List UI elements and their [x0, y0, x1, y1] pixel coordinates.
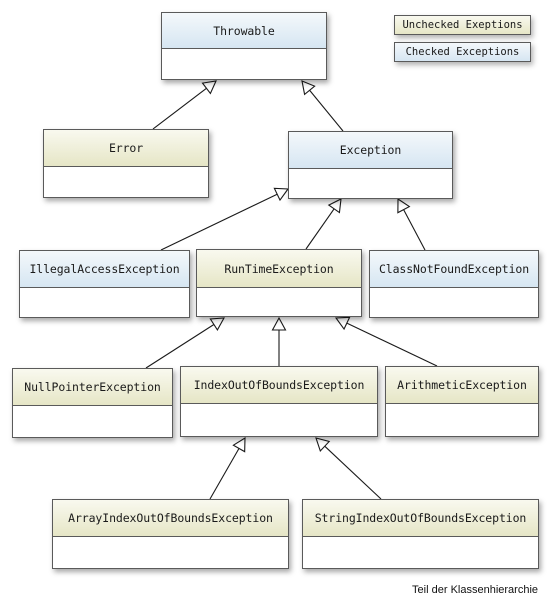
class-name: StringIndexOutOfBoundsException	[303, 500, 538, 537]
class-name: ArrayIndexOutOfBoundsException	[53, 500, 288, 537]
class-box-string-index-out-of-bounds-exception[interactable]: StringIndexOutOfBoundsException	[302, 499, 539, 569]
class-name: RunTimeException	[197, 250, 361, 288]
class-body	[44, 166, 208, 197]
class-body	[20, 287, 189, 317]
class-body	[370, 287, 538, 317]
inheritance-edge-runtime-to-exception	[305, 198, 342, 250]
class-box-class-not-found-exception[interactable]: ClassNotFoundException	[369, 250, 539, 318]
hollow-arrowhead-icon	[201, 80, 217, 95]
inheritance-edge-string_index-to-index_out_of_bounds	[315, 437, 382, 500]
class-body	[13, 405, 172, 437]
class-body	[181, 403, 377, 436]
class-box-arithmetic-exception[interactable]: ArithmeticException	[385, 366, 539, 437]
inheritance-edge-array_index-to-index_out_of_bounds	[209, 436, 246, 500]
class-body	[386, 403, 538, 436]
hollow-arrowhead-icon	[271, 316, 287, 331]
class-box-null-pointer-exception[interactable]: NullPointerException	[12, 368, 173, 438]
diagram-caption: Teil der Klassenhierarchie	[412, 584, 538, 596]
edge-line	[209, 448, 240, 500]
inheritance-edge-error-to-throwable	[152, 80, 217, 130]
class-name: Exception	[289, 132, 452, 169]
hollow-arrowhead-icon	[232, 436, 246, 453]
class-box-index-out-of-bounds-exception[interactable]: IndexOutOfBoundsException	[180, 366, 378, 437]
class-box-exception[interactable]: Exception	[288, 131, 453, 199]
class-name: ArithmeticException	[386, 367, 538, 404]
edge-line	[145, 324, 215, 369]
hollow-arrowhead-icon	[301, 80, 316, 96]
class-box-array-index-out-of-bounds-exception[interactable]: ArrayIndexOutOfBoundsException	[52, 499, 289, 569]
edge-line	[160, 193, 278, 251]
class-box-illegal-access-exception[interactable]: IllegalAccessException	[19, 250, 190, 318]
edge-line	[346, 322, 438, 367]
class-body	[289, 168, 452, 198]
inheritance-edge-arithmetic-to-runtime	[334, 316, 438, 367]
class-name: ClassNotFoundException	[370, 251, 538, 288]
class-body	[303, 536, 538, 568]
class-name: NullPointerException	[13, 369, 172, 406]
legend-unchecked-label: Unchecked Exeptions	[402, 19, 523, 31]
class-body	[53, 536, 288, 568]
hollow-arrowhead-icon	[209, 317, 225, 332]
class-body	[162, 48, 326, 79]
legend-unchecked: Unchecked Exeptions	[394, 15, 531, 35]
edge-line	[324, 445, 382, 500]
edge-line	[152, 87, 207, 130]
class-box-runtime-exception[interactable]: RunTimeException	[196, 249, 362, 317]
inheritance-edge-null_pointer-to-runtime	[145, 317, 225, 369]
legend-checked: Checked Exceptions	[394, 42, 531, 62]
inheritance-edge-index_out_of_bounds-to-runtime	[271, 316, 287, 366]
hollow-arrowhead-icon	[327, 198, 342, 214]
class-box-throwable[interactable]: Throwable	[161, 12, 327, 80]
edge-line	[309, 89, 344, 132]
inheritance-edge-class_not_found-to-exception	[397, 197, 426, 251]
class-body	[197, 287, 361, 316]
class-name: IllegalAccessException	[20, 251, 189, 288]
edge-line	[305, 208, 335, 250]
class-name: IndexOutOfBoundsException	[181, 367, 377, 404]
inheritance-edge-exception-to-throwable	[301, 80, 344, 132]
class-box-error[interactable]: Error	[43, 129, 209, 198]
class-name: Throwable	[162, 13, 326, 49]
class-name: Error	[44, 130, 208, 167]
class-hierarchy-diagram: Unchecked Exeptions Checked Exceptions T…	[0, 0, 550, 602]
edge-line	[403, 209, 426, 251]
legend-checked-label: Checked Exceptions	[405, 46, 520, 58]
